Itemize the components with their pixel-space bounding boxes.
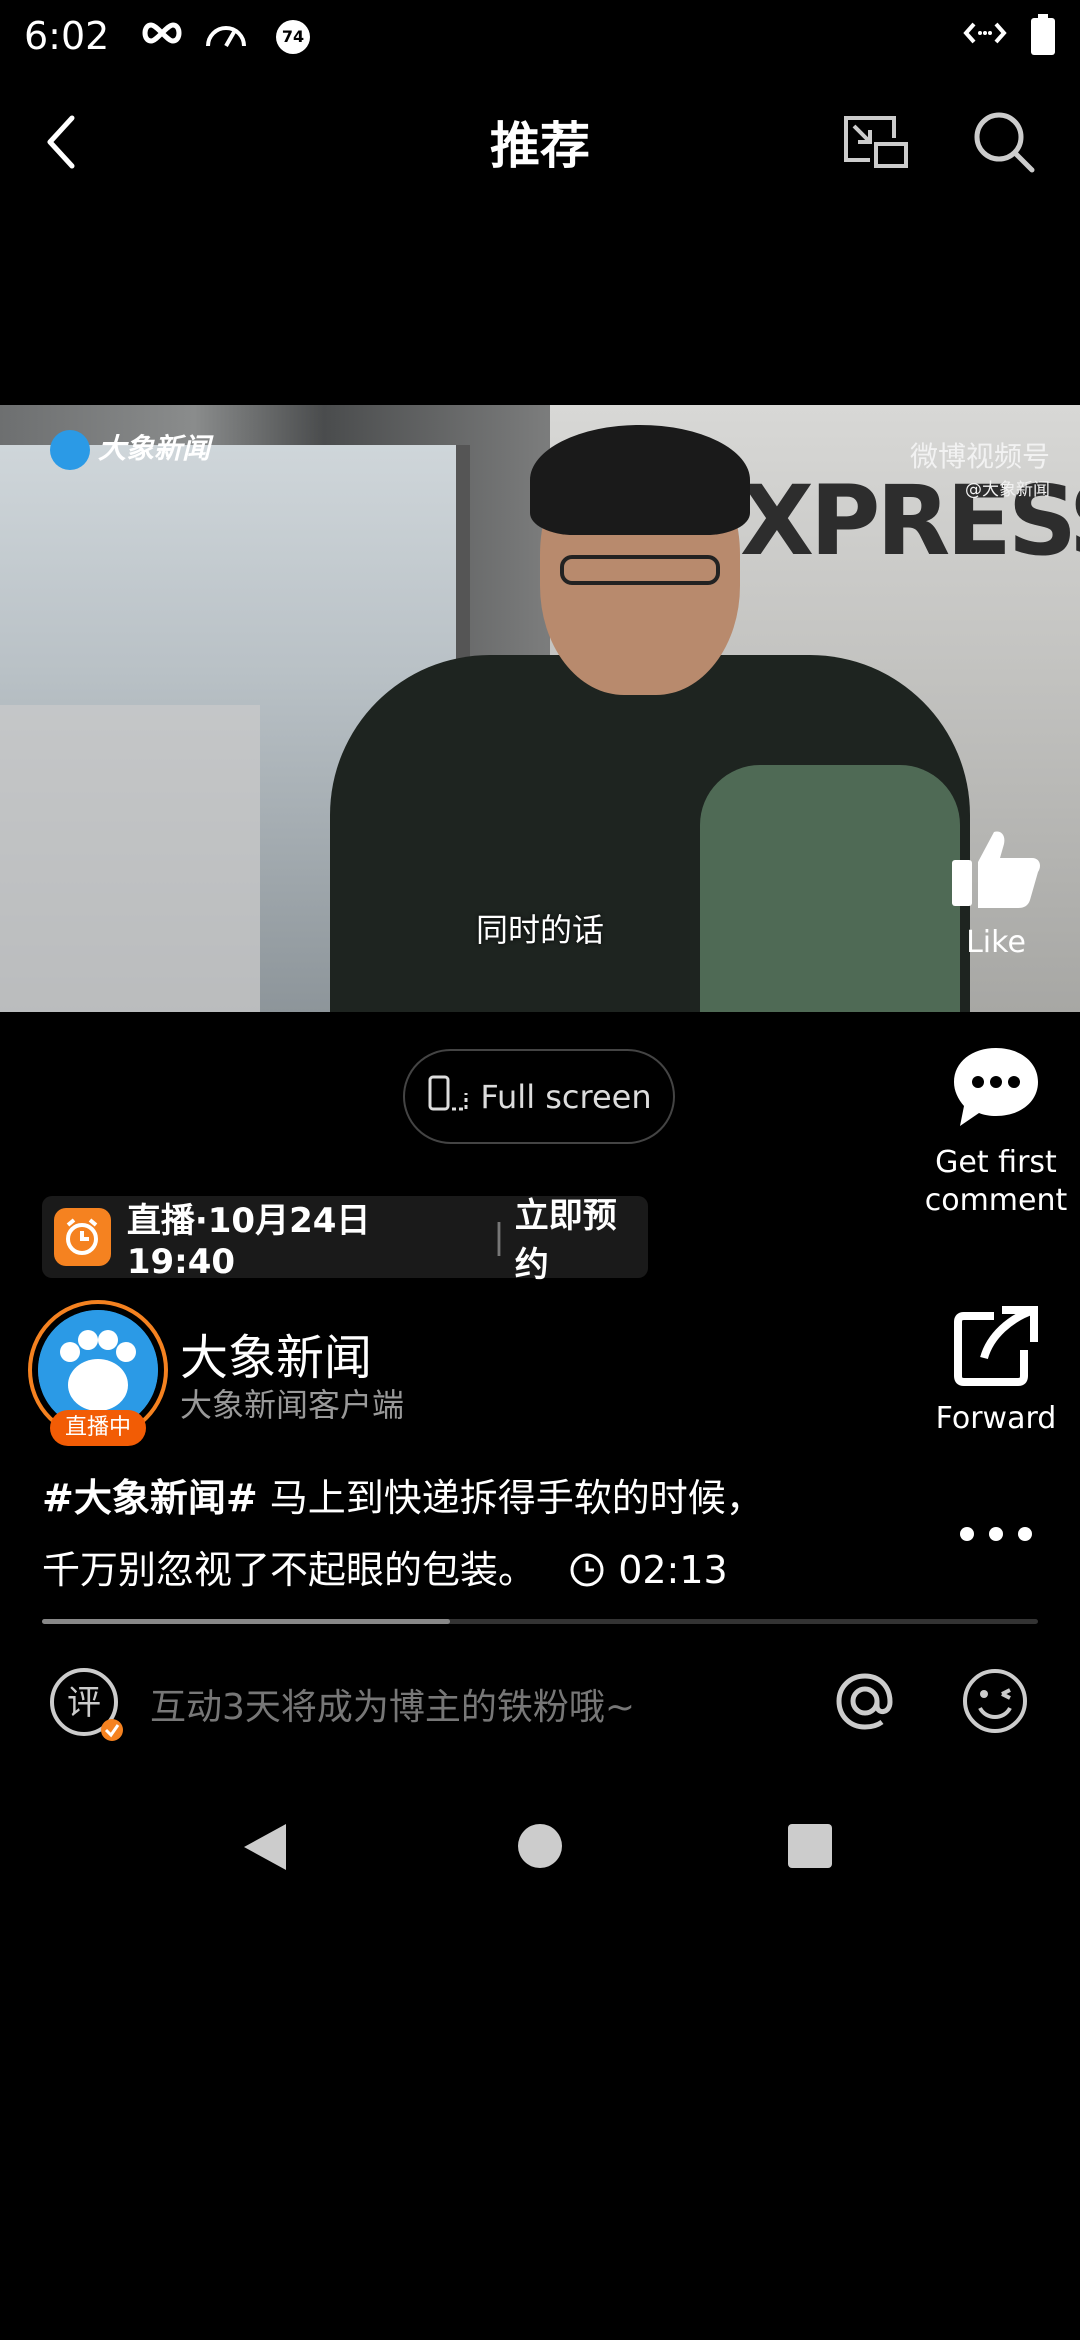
comment-label: Get first comment	[924, 1145, 1068, 1218]
picture-in-picture-icon[interactable]	[836, 102, 916, 182]
video-watermark-left: 大象新闻	[50, 427, 210, 470]
live-schedule-bar[interactable]: 直播·10月24日 19:40 | 立即预约	[42, 1196, 648, 1285]
caption-line-1: 马上到快递拆得手软的时候，	[257, 1476, 764, 1520]
video-person-hair	[530, 425, 750, 535]
forward-button[interactable]: Forward	[924, 1306, 1068, 1438]
speech-bubble-icon	[950, 1048, 1042, 1138]
status-time: 6:02	[24, 14, 110, 58]
speedometer-icon	[204, 18, 248, 54]
infinity-icon	[140, 18, 184, 52]
nav-recents-icon[interactable]	[786, 1822, 834, 1874]
live-bar-divider: |	[493, 1217, 505, 1257]
live-status-badge: 直播中	[50, 1410, 146, 1446]
comment-input-placeholder[interactable]: 互动3天将成为博主的铁粉哦~	[150, 1678, 635, 1730]
svg-text:评: 评	[67, 1683, 101, 1723]
forward-label: Forward	[935, 1401, 1057, 1436]
video-person-jacket	[700, 765, 960, 1012]
video-player[interactable]: XPRESS 大象新闻 微博视频号 @大象新闻 同时的话	[0, 405, 1080, 1012]
nav-home-icon[interactable]	[516, 1822, 564, 1874]
alarm-clock-icon	[54, 1208, 111, 1266]
caption-line-2: 千万别忽视了不起眼的包装。	[42, 1548, 537, 1592]
page-title: 推荐	[490, 117, 590, 175]
system-nav-bar	[0, 1800, 1080, 1900]
nav-back-icon[interactable]	[240, 1820, 290, 1878]
comment-button[interactable]: Get first comment	[918, 1044, 1074, 1220]
video-person-glasses	[560, 555, 720, 585]
video-subtitle: 同时的话	[475, 911, 604, 949]
mention-icon[interactable]	[830, 1666, 900, 1740]
battery-icon	[1030, 14, 1056, 60]
top-bar: 推荐	[0, 88, 1080, 188]
like-label: Like	[966, 925, 1026, 960]
author-name[interactable]: 大象新闻	[180, 1318, 372, 1388]
author-avatar[interactable]: 直播中	[28, 1300, 168, 1446]
playback-progress-fill	[42, 1619, 451, 1624]
like-button[interactable]: Like	[940, 826, 1052, 962]
code-arrows-icon	[962, 18, 1008, 52]
duration-text: 02:13	[618, 1548, 728, 1592]
status-bar: 6:02 74	[0, 0, 1080, 72]
fullscreen-label: Full screen	[480, 1077, 652, 1116]
thumbs-up-icon	[948, 831, 1044, 918]
video-watermark-right: 微博视频号 @大象新闻	[909, 440, 1050, 500]
share-icon	[954, 1306, 1038, 1394]
book-now-link[interactable]: 立即预约	[515, 1188, 648, 1286]
comment-input-bar[interactable]: 评 互动3天将成为博主的铁粉哦~	[0, 1650, 1080, 1755]
video-shelf-scene	[0, 705, 260, 1012]
more-dots-icon[interactable]	[956, 1510, 1036, 1558]
live-schedule-text: 直播·10月24日 19:40	[126, 1200, 371, 1282]
emoji-icon[interactable]	[960, 1666, 1030, 1740]
post-caption: #大象新闻# 马上到快递拆得手软的时候， 千万别忽视了不起眼的包装。 02:13	[42, 1462, 942, 1606]
phone-rotate-icon	[426, 1073, 470, 1121]
video-duration: 02:13	[568, 1548, 728, 1592]
author-subtitle: 大象新闻客户端	[180, 1386, 405, 1424]
comment-badge-icon: 评	[46, 1664, 126, 1748]
clock-icon	[570, 1553, 604, 1587]
notification-74-icon: 74	[276, 20, 310, 54]
fullscreen-button[interactable]: Full screen	[403, 1049, 675, 1144]
hashtag-link[interactable]: #大象新闻#	[42, 1476, 258, 1520]
search-icon[interactable]	[964, 102, 1044, 182]
playback-progress[interactable]	[42, 1619, 1038, 1624]
